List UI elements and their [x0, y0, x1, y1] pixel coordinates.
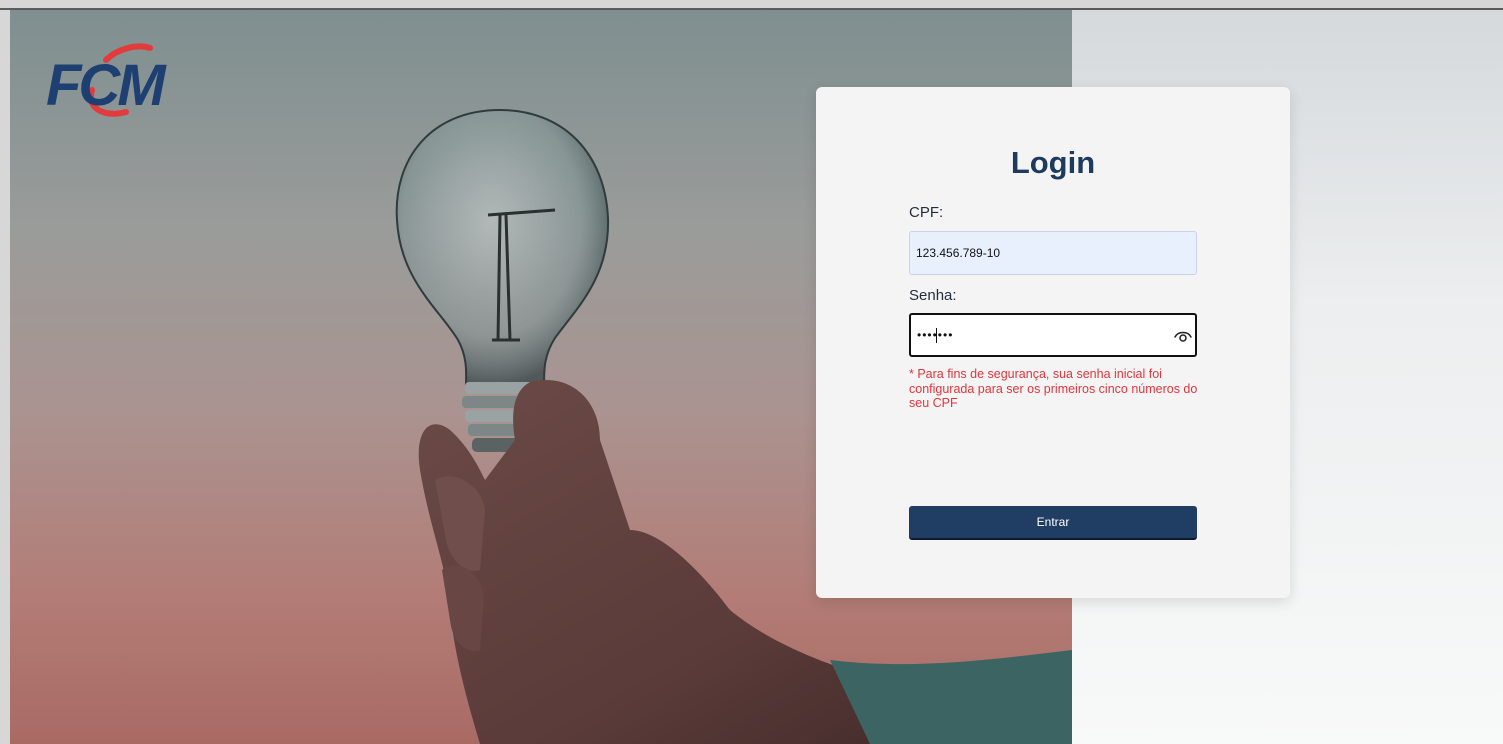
senha-input[interactable]: [909, 313, 1197, 357]
entrar-button[interactable]: Entrar: [909, 506, 1197, 540]
fcm-logo: FCM: [46, 42, 196, 122]
text-caret: [936, 328, 937, 343]
login-card: Login CPF: Senha: * Para fins de seguran…: [816, 87, 1290, 598]
login-title: Login: [1010, 145, 1096, 180]
cpf-label: CPF:: [909, 204, 944, 221]
password-hint: * Para fins de segurança, sua senha inic…: [909, 367, 1198, 410]
page-viewport: FCM Login CPF: Senha: * Para fins de seg…: [10, 10, 1503, 744]
eye-icon[interactable]: [1173, 326, 1193, 346]
window-left-border: [0, 10, 10, 744]
window-top-border: [0, 0, 1503, 10]
cpf-input[interactable]: [909, 231, 1197, 275]
logo-text: FCM: [46, 53, 166, 118]
senha-label: Senha:: [909, 287, 957, 304]
